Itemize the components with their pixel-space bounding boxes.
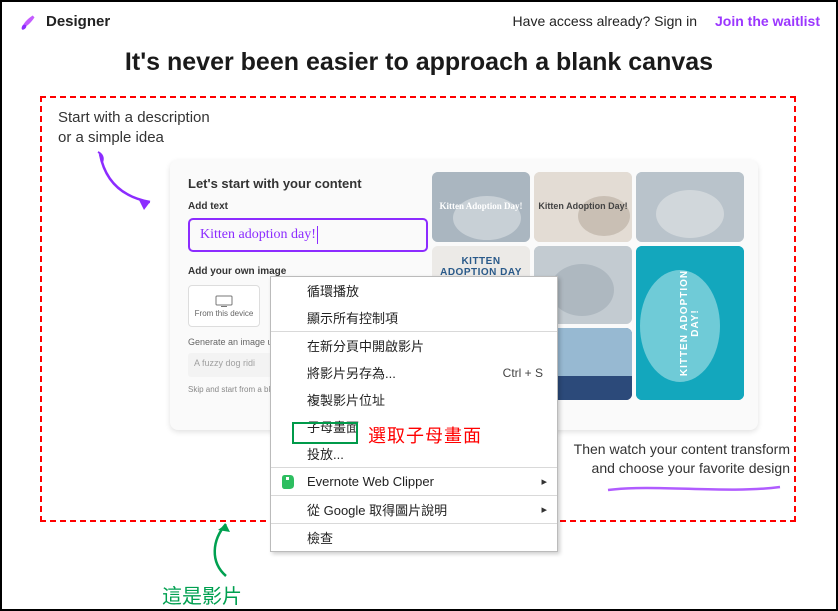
evernote-icon (281, 474, 297, 490)
tile-3[interactable] (636, 172, 744, 242)
ctx-evernote[interactable]: Evernote Web Clipper (271, 468, 557, 495)
from-device-button[interactable]: From this device (188, 285, 260, 327)
tile-1[interactable]: Kitten Adoption Day! (432, 172, 530, 242)
from-device-label: From this device (195, 309, 254, 318)
ctx-evernote-label: Evernote Web Clipper (307, 474, 434, 489)
tile-7[interactable]: KITTEN ADOPTION DAY! (636, 246, 744, 400)
intro-text: Start with a description or a simple ide… (58, 108, 210, 147)
green-arrow-icon (196, 518, 246, 580)
outro-text: Then watch your content transform and ch… (560, 440, 790, 478)
ctx-show-controls[interactable]: 顯示所有控制項 (271, 304, 557, 331)
arrow-purple-icon (88, 150, 168, 216)
ctx-save-as-shortcut: Ctrl + S (503, 366, 543, 380)
ctx-save-as[interactable]: 將影片另存為... Ctrl + S (271, 359, 557, 386)
ctx-google-image[interactable]: 從 Google 取得圖片說明 (271, 496, 557, 523)
annotation-green-box (292, 422, 358, 444)
ctx-open-new-tab[interactable]: 在新分頁中開啟影片 (271, 332, 557, 359)
prompt-value: Kitten adoption day! (200, 227, 316, 243)
annotation-red-text: 選取子母畫面 (368, 422, 482, 448)
prompt-input[interactable]: Kitten adoption day! (188, 218, 428, 252)
annotation-green-text: 這是影片 (162, 580, 242, 609)
generate-input[interactable]: A fuzzy dog ridi (188, 353, 278, 377)
ctx-save-as-label: 將影片另存為... (307, 363, 396, 382)
ctx-copy-location[interactable]: 複製影片位址 (271, 386, 557, 413)
tile-2[interactable]: Kitten Adoption Day! (534, 172, 632, 242)
context-menu: 循環播放 顯示所有控制項 在新分頁中開啟影片 將影片另存為... Ctrl + … (270, 276, 558, 552)
ctx-loop[interactable]: 循環播放 (271, 277, 557, 304)
purple-underline-icon (606, 482, 782, 496)
monitor-icon (215, 295, 233, 307)
ctx-inspect[interactable]: 檢查 (271, 524, 557, 551)
